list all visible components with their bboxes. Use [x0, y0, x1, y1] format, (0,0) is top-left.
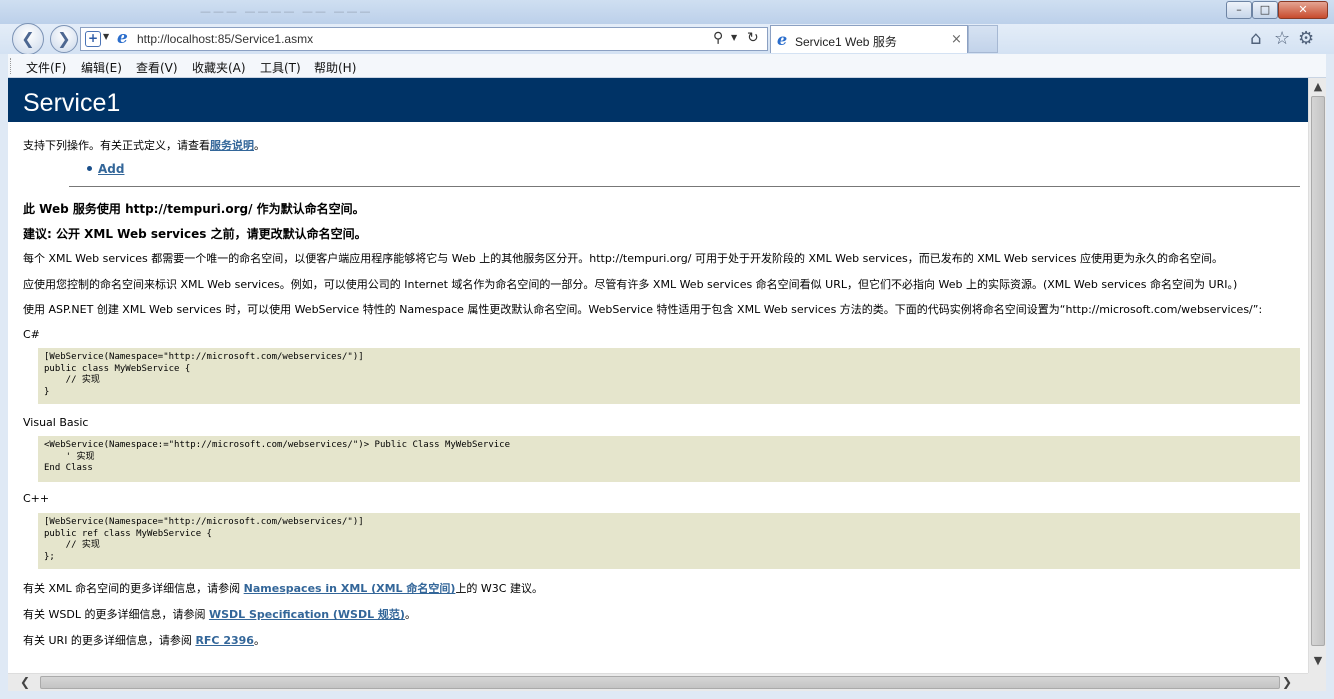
page-heading-banner: Service1 [8, 78, 1308, 122]
scroll-right-icon[interactable]: ❯ [1282, 675, 1292, 689]
code-text: [WebService(Namespace="http://microsoft.… [44, 517, 364, 562]
horizontal-scroll-thumb[interactable] [40, 676, 1280, 689]
new-tab-button[interactable] [968, 25, 998, 53]
rfc-2396-link[interactable]: RFC 2396 [195, 634, 254, 647]
footer-suffix: 上的 W3C 建议。 [455, 582, 543, 595]
window-titlebar: ——— ———— —— ——— – □ ✕ [0, 0, 1334, 24]
footer-prefix: 有关 URI 的更多详细信息，请参阅 [23, 634, 196, 647]
refresh-icon[interactable]: ↻ [747, 30, 759, 46]
footer-suffix: 。 [404, 608, 416, 621]
minimize-button[interactable]: – [1226, 1, 1252, 19]
chevron-down-icon[interactable]: ▼ [103, 32, 109, 41]
search-dropdown-icon[interactable]: ▼ [731, 33, 737, 42]
menu-tools[interactable]: 工具(T) [260, 59, 301, 76]
namespaces-in-xml-link[interactable]: Namespaces in XML (XML 命名空间) [244, 582, 456, 595]
intro-suffix: 。 [254, 139, 265, 152]
code-language-label: C++ [23, 492, 50, 505]
address-url[interactable]: http://localhost:85/Service1.asmx [137, 32, 313, 46]
paragraph-2: 应使用您控制的命名空间来标识 XML Web services。例如，可以使用公… [23, 278, 1238, 291]
code-language-label: Visual Basic [23, 416, 89, 429]
favorites-star-icon[interactable]: ☆ [1274, 28, 1290, 49]
ie-page-icon: e [117, 28, 128, 48]
menu-edit[interactable]: 编辑(E) [81, 59, 122, 76]
service-description-link[interactable]: 服务说明 [210, 139, 254, 152]
code-block: [WebService(Namespace="http://microsoft.… [38, 513, 1300, 569]
forward-arrow-icon[interactable]: ❯ [50, 25, 78, 53]
close-window-button[interactable]: ✕ [1278, 1, 1328, 19]
menu-help[interactable]: 帮助(H) [314, 59, 356, 76]
tab-close-icon[interactable]: × [951, 32, 962, 47]
footer-wsdl: 有关 WSDL 的更多详细信息，请参阅 WSDL Specification (… [23, 606, 416, 622]
browser-toolbar: ❮ ❯ + ▼ e http://localhost:85/Service1.a… [0, 23, 1334, 55]
tab-service1[interactable]: e Service1 Web 服务 × [770, 25, 968, 53]
back-arrow-icon[interactable]: ❮ [12, 23, 44, 55]
code-block: <WebService(Namespace:="http://microsoft… [38, 436, 1300, 482]
menu-grip [10, 58, 13, 74]
ie-tab-icon: e [777, 30, 788, 49]
address-bar[interactable]: + ▼ e http://localhost:85/Service1.asmx … [80, 27, 768, 51]
footer-xml-namespaces: 有关 XML 命名空间的更多详细信息，请参阅 Namespaces in XML… [23, 580, 543, 596]
menu-favorites[interactable]: 收藏夹(A) [192, 59, 246, 76]
namespace-heading: 此 Web 服务使用 http://tempuri.org/ 作为默认命名空间。 [23, 202, 365, 216]
recommendation-heading: 建议: 公开 XML Web services 之前，请更改默认命名空间。 [23, 227, 367, 241]
footer-suffix: 。 [253, 634, 265, 647]
code-language-label: C# [23, 328, 40, 341]
menu-file[interactable]: 文件(F) [26, 59, 66, 76]
page-title: Service1 [23, 89, 121, 117]
compatibility-shield-icon[interactable]: + [85, 31, 101, 47]
scroll-up-icon[interactable]: ▲ [1309, 80, 1327, 93]
wsdl-specification-link[interactable]: WSDL Specification (WSDL 规范) [209, 608, 405, 621]
scroll-left-icon[interactable]: ❮ [20, 675, 30, 689]
scrollbar-corner [1308, 673, 1326, 691]
footer-uri: 有关 URI 的更多详细信息，请参阅 RFC 2396。 [23, 632, 265, 648]
paragraph-3: 使用 ASP.NET 创建 XML Web services 时，可以使用 We… [23, 303, 1263, 316]
search-icon[interactable]: ⚲ [713, 30, 723, 46]
titlebar-ghost-text: ——— ———— —— ——— [200, 5, 373, 18]
tab-title[interactable]: Service1 Web 服务 [795, 33, 897, 50]
code-text: <WebService(Namespace:="http://microsoft… [44, 440, 510, 473]
scroll-down-icon[interactable]: ▼ [1309, 654, 1327, 667]
intro-text: 支持下列操作。有关正式定义，请查看服务说明。 [23, 137, 265, 153]
footer-prefix: 有关 WSDL 的更多详细信息，请参阅 [23, 608, 209, 621]
vertical-scroll-thumb[interactable] [1311, 96, 1325, 646]
code-block: [WebService(Namespace="http://microsoft.… [38, 348, 1300, 404]
menu-bar: 文件(F) 编辑(E) 查看(V) 收藏夹(A) 工具(T) 帮助(H) [8, 54, 1326, 78]
page-viewport: Service1 支持下列操作。有关正式定义，请查看服务说明。 Add 此 We… [8, 78, 1308, 673]
home-icon[interactable]: ⌂ [1250, 28, 1261, 49]
gear-icon[interactable]: ⚙ [1298, 28, 1314, 49]
divider [69, 186, 1300, 187]
vertical-scrollbar[interactable]: ▲ ▼ [1308, 78, 1326, 673]
horizontal-scrollbar[interactable]: ❮ ❯ [8, 673, 1308, 691]
bullet-icon [87, 166, 92, 171]
menu-view[interactable]: 查看(V) [136, 59, 178, 76]
footer-prefix: 有关 XML 命名空间的更多详细信息，请参阅 [23, 582, 244, 595]
code-text: [WebService(Namespace="http://microsoft.… [44, 352, 364, 397]
paragraph-1: 每个 XML Web services 都需要一个唯一的命名空间，以便客户端应用… [23, 252, 1224, 265]
maximize-button[interactable]: □ [1252, 1, 1278, 19]
intro-prefix: 支持下列操作。有关正式定义，请查看 [23, 139, 210, 152]
operation-link-add[interactable]: Add [98, 162, 124, 176]
